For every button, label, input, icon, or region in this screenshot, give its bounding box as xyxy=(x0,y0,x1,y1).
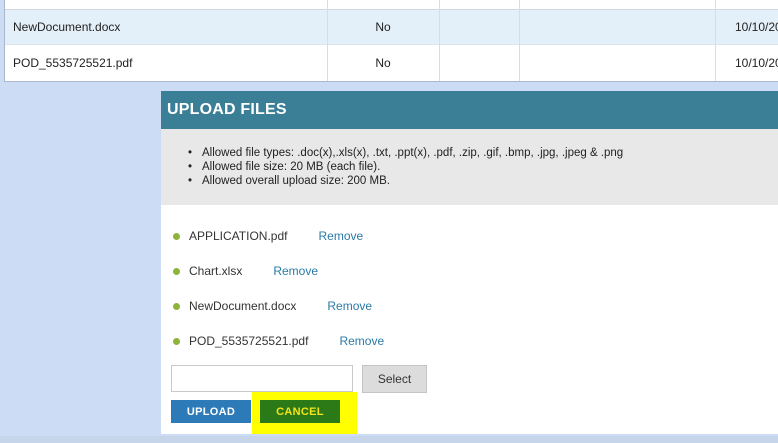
remove-file-link[interactable]: Remove xyxy=(327,299,372,313)
table-row[interactable]: NewDocument.docx No 10/10/20 xyxy=(5,10,778,45)
upload-rules-box: Allowed file types: .doc(x),.xls(x), .tx… xyxy=(161,129,778,205)
date-cell: 10/10/20 xyxy=(735,55,778,70)
date-cell: 10/10/20 xyxy=(735,20,778,34)
selected-file-item: APPLICATION.pdf Remove xyxy=(173,227,363,245)
upload-rule-item: Allowed file types: .doc(x),.xls(x), .tx… xyxy=(188,146,778,160)
flag-cell: No xyxy=(375,55,391,70)
green-dot-icon xyxy=(173,232,180,240)
table-row[interactable]: POD_5535725521.pdf No 10/10/20 xyxy=(5,45,778,80)
empty-cell xyxy=(519,10,715,44)
column-divider xyxy=(715,0,716,81)
column-divider xyxy=(439,0,440,81)
selected-file-name: Chart.xlsx xyxy=(189,264,243,278)
upload-rule-item: Allowed overall upload size: 200 MB. xyxy=(188,174,778,188)
green-dot-icon xyxy=(173,337,180,345)
selected-file-item: POD_5535725521.pdf Remove xyxy=(173,332,384,350)
file-path-input[interactable] xyxy=(171,365,353,392)
select-file-button[interactable]: Select xyxy=(362,365,427,393)
selected-file-name: NewDocument.docx xyxy=(189,299,297,313)
remove-file-link[interactable]: Remove xyxy=(273,264,318,278)
file-name-cell: POD_5535725521.pdf xyxy=(13,55,133,70)
selected-file-name: POD_5535725521.pdf xyxy=(189,334,309,348)
green-dot-icon xyxy=(173,302,180,310)
upload-button[interactable]: UPLOAD xyxy=(171,400,251,423)
bottom-border-strip xyxy=(0,436,778,443)
empty-cell xyxy=(439,10,519,44)
table-header-strip xyxy=(5,0,778,10)
upload-rules-list: Allowed file types: .doc(x),.xls(x), .tx… xyxy=(188,146,778,188)
files-table: NewDocument.docx No 10/10/20 POD_5535725… xyxy=(4,0,778,82)
flag-cell: No xyxy=(375,20,391,34)
upload-files-panel: UPLOAD FILES Allowed file types: .doc(x)… xyxy=(161,91,778,434)
upload-rule-item: Allowed file size: 20 MB (each file). xyxy=(188,160,778,174)
remove-file-link[interactable]: Remove xyxy=(339,334,384,348)
selected-file-name: APPLICATION.pdf xyxy=(189,229,288,243)
column-divider xyxy=(327,0,328,81)
green-dot-icon xyxy=(173,267,180,275)
remove-file-link[interactable]: Remove xyxy=(318,229,363,243)
upload-panel-title: UPLOAD FILES xyxy=(161,91,778,129)
selected-file-item: NewDocument.docx Remove xyxy=(173,297,372,315)
column-divider xyxy=(519,0,520,81)
page: NewDocument.docx No 10/10/20 POD_5535725… xyxy=(0,0,778,443)
file-name-cell: NewDocument.docx xyxy=(13,20,121,34)
empty-cell xyxy=(439,45,519,80)
cancel-button[interactable]: CANCEL xyxy=(260,400,340,423)
empty-cell xyxy=(519,45,715,80)
selected-file-item: Chart.xlsx Remove xyxy=(173,262,318,280)
